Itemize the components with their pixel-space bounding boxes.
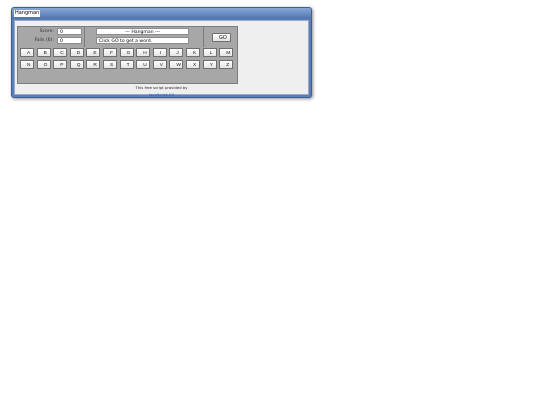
fails-field: 0	[57, 37, 82, 44]
letter-key-o[interactable]: O	[36, 60, 51, 69]
credit-text: This free script provided by	[135, 85, 188, 90]
fails-label: Fails (6):	[34, 38, 55, 43]
letter-key-q[interactable]: Q	[69, 60, 84, 69]
letter-key-e[interactable]: E	[86, 48, 101, 57]
letter-key-y[interactable]: Y	[202, 60, 217, 69]
letter-key-c[interactable]: C	[53, 48, 68, 57]
message-field: Click GO to get a word.	[96, 37, 189, 44]
score-label: Score:	[39, 29, 54, 34]
letter-key-t[interactable]: T	[119, 60, 134, 69]
letter-key-l[interactable]: L	[202, 48, 217, 57]
letter-key-f[interactable]: F	[103, 48, 117, 57]
letter-key-m[interactable]: M	[219, 48, 234, 57]
letter-key-z[interactable]: Z	[219, 60, 234, 69]
letter-key-b[interactable]: B	[36, 48, 51, 57]
game-header-field: --- Hangman ---	[96, 28, 189, 35]
letter-key-g[interactable]: G	[119, 48, 134, 57]
letter-key-r[interactable]: R	[86, 60, 101, 69]
panel-divider-right	[203, 27, 204, 47]
letter-key-k[interactable]: K	[186, 48, 200, 57]
window-title: Hangman	[14, 10, 41, 17]
letter-key-a[interactable]: A	[20, 48, 34, 57]
letter-key-x[interactable]: X	[186, 60, 200, 69]
letter-key-i[interactable]: I	[152, 48, 167, 57]
go-button[interactable]: GO	[212, 33, 231, 42]
letter-key-n[interactable]: N	[20, 60, 34, 69]
letter-key-u[interactable]: U	[136, 60, 151, 69]
window-content: Score: 0 Fails (6): 0 --- Hangman --- Cl…	[14, 20, 309, 97]
game-panel: Score: 0 Fails (6): 0 --- Hangman --- Cl…	[17, 26, 238, 84]
letter-key-v[interactable]: V	[152, 60, 167, 69]
letter-key-j[interactable]: J	[169, 48, 184, 57]
title-bar[interactable]: Hangman	[12, 8, 311, 19]
letter-key-d[interactable]: D	[69, 48, 84, 57]
panel-divider-left	[84, 27, 85, 47]
javascript-kit-link[interactable]: JavaScript Kit	[15, 92, 308, 97]
hangman-window: Hangman Score: 0 Fails (6): 0 --- Hangma…	[11, 7, 312, 98]
letter-key-s[interactable]: S	[103, 60, 117, 69]
score-field: 0	[57, 28, 82, 35]
letter-key-h[interactable]: H	[136, 48, 151, 57]
letter-key-w[interactable]: W	[169, 60, 184, 69]
letter-key-p[interactable]: P	[53, 60, 68, 69]
